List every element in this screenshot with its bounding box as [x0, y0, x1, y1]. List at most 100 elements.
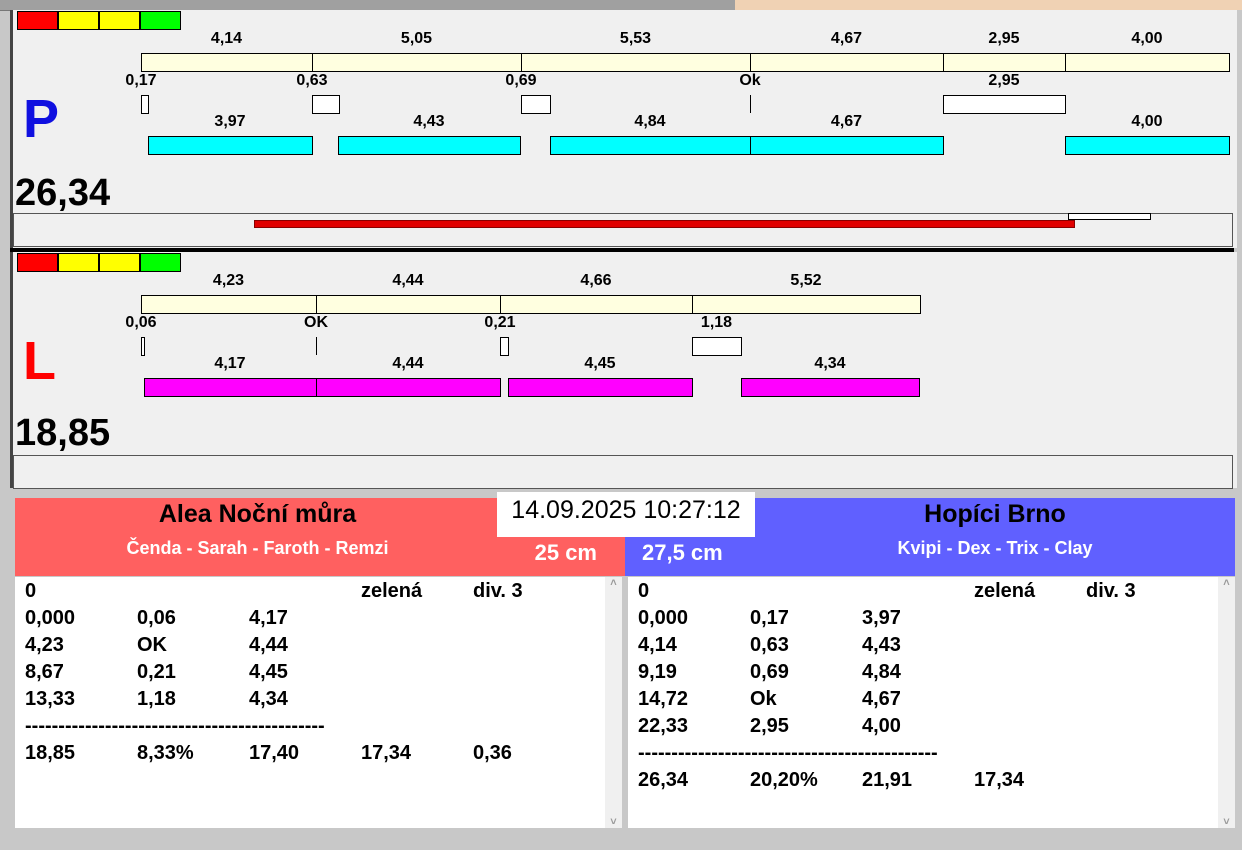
list-cell: 4,44 [249, 634, 288, 656]
run-label: 4,00 [1131, 113, 1163, 130]
list-cell: 0,000 [25, 607, 76, 629]
list-cell: 13,33 [25, 688, 76, 710]
progress-line [254, 220, 1075, 228]
list-cell: 8,33% [137, 742, 194, 764]
list-cell: 4,84 [862, 661, 901, 683]
gap-label: 2,95 [988, 72, 1020, 89]
right-team-height: 27,5 cm [642, 540, 723, 565]
segment-bar [141, 295, 317, 314]
run-label: 4,67 [830, 113, 863, 130]
gap-label: 0,21 [484, 314, 516, 331]
scale-box [140, 253, 181, 272]
list-cell: 9,19 [638, 661, 677, 683]
scale-box [58, 11, 99, 30]
list-cell: div. 3 [473, 580, 523, 602]
list-cell: Ok [750, 688, 777, 710]
list-cell: 4,67 [862, 688, 901, 710]
gap-label: OK [304, 314, 328, 331]
left-team-members: Čenda - Sarah - Faroth - Remzi [126, 538, 389, 558]
list-cell: 0,69 [750, 661, 789, 683]
list-cell: 0,21 [137, 661, 176, 683]
left-results-list[interactable]: ˄ ˅ 0 zelená div. 3 0,000 0,06 4,17 4,23 OK 4,44 8… [15, 577, 622, 828]
list-cell: 0 [638, 580, 650, 602]
segment-label: 4,14 [210, 30, 243, 47]
scale-box [140, 11, 181, 30]
scrollbar[interactable]: ˄ ˅ [605, 577, 622, 828]
gap-label: 0,69 [505, 72, 537, 89]
list-cell: 22,33 [638, 715, 689, 737]
segment-label: 4,66 [580, 272, 612, 289]
marker-line [316, 337, 317, 355]
run-label: 4,34 [814, 355, 846, 372]
segment-bar [943, 53, 1066, 72]
right-results-list[interactable]: ˄ ˅ 0 zelená div. 3 0,000 0,17 3,97 4,14 0,63 4,4… [628, 577, 1235, 828]
list-cell: 1,18 [137, 688, 176, 710]
list-cell: zelená [361, 580, 423, 602]
gap-label: 0,06 [125, 314, 157, 331]
gap-label: 1,18 [700, 314, 733, 331]
list-cell: 4,17 [249, 607, 288, 629]
gap-label: Ok [739, 72, 761, 89]
total-value: 18,85 [15, 412, 111, 454]
segment-bar [316, 295, 501, 314]
list-cell: 0,36 [473, 742, 512, 764]
run-bar [550, 136, 751, 155]
p-letter: P [23, 89, 60, 149]
run-label: 4,44 [392, 355, 424, 372]
run-label: 4,43 [413, 113, 445, 130]
list-cell: 2,95 [750, 715, 789, 737]
list-cell: 4,14 [638, 634, 677, 656]
gap-box [500, 337, 509, 356]
run-label: 3,97 [214, 113, 246, 130]
segment-bar [1065, 53, 1230, 72]
gap-box [141, 95, 149, 114]
segment-label: 4,67 [830, 30, 863, 47]
gap-box [943, 95, 1066, 114]
run-bar [1065, 136, 1230, 155]
segment-bar [750, 53, 944, 72]
panel-p: 4,14 5,05 5,53 4,67 2,95 4,00 0,17 0,63 0,69 Ok 2,… [10, 10, 1237, 248]
scale-box [58, 253, 99, 272]
list-cell: 8,67 [25, 661, 64, 683]
scrollbar[interactable]: ˄ ˅ [1218, 577, 1235, 828]
list-cell: 0 [25, 580, 37, 602]
list-cell: 4,43 [862, 634, 901, 656]
segment-label: 4,00 [1131, 30, 1163, 47]
marker-line [750, 95, 751, 113]
segment-bar [141, 53, 313, 72]
run-bar [148, 136, 313, 155]
list-cell: ----------------------------------------… [25, 715, 325, 737]
l-letter: L [23, 331, 56, 391]
list-cell: 14,72 [638, 688, 689, 710]
list-cell: 4,34 [249, 688, 288, 710]
scale-box [99, 253, 140, 272]
list-cell: 26,34 [638, 769, 689, 791]
list-cell: 3,97 [862, 607, 901, 629]
left-team-name: Alea Noční můra [158, 500, 357, 528]
segment-label: 5,05 [400, 30, 433, 47]
run-bar [508, 378, 693, 397]
list-cell: 17,34 [974, 769, 1025, 791]
right-team-name: Hopíci Brno [924, 500, 1066, 528]
run-bar [316, 378, 501, 397]
segment-label: 4,23 [212, 272, 245, 289]
gap-box [312, 95, 340, 114]
segment-bar [500, 295, 693, 314]
gap-label: 0,17 [125, 72, 157, 89]
segment-bar [521, 53, 751, 72]
progress-strip [13, 455, 1233, 489]
progress-marker [1068, 213, 1151, 220]
scale-box [17, 253, 58, 272]
list-cell: 17,34 [361, 742, 412, 764]
list-cell: 18,85 [25, 742, 76, 764]
gap-box [141, 337, 145, 356]
datetime: 14.09.2025 10:27:12 [497, 492, 755, 537]
list-cell: 0,06 [137, 607, 176, 629]
gap-box [521, 95, 551, 114]
list-cell: 4,00 [862, 715, 901, 737]
list-cell: ----------------------------------------… [638, 742, 938, 764]
total-value: 26,34 [15, 172, 111, 214]
segment-bar [312, 53, 522, 72]
run-label: 4,84 [634, 113, 666, 130]
list-cell: 0,63 [750, 634, 789, 656]
